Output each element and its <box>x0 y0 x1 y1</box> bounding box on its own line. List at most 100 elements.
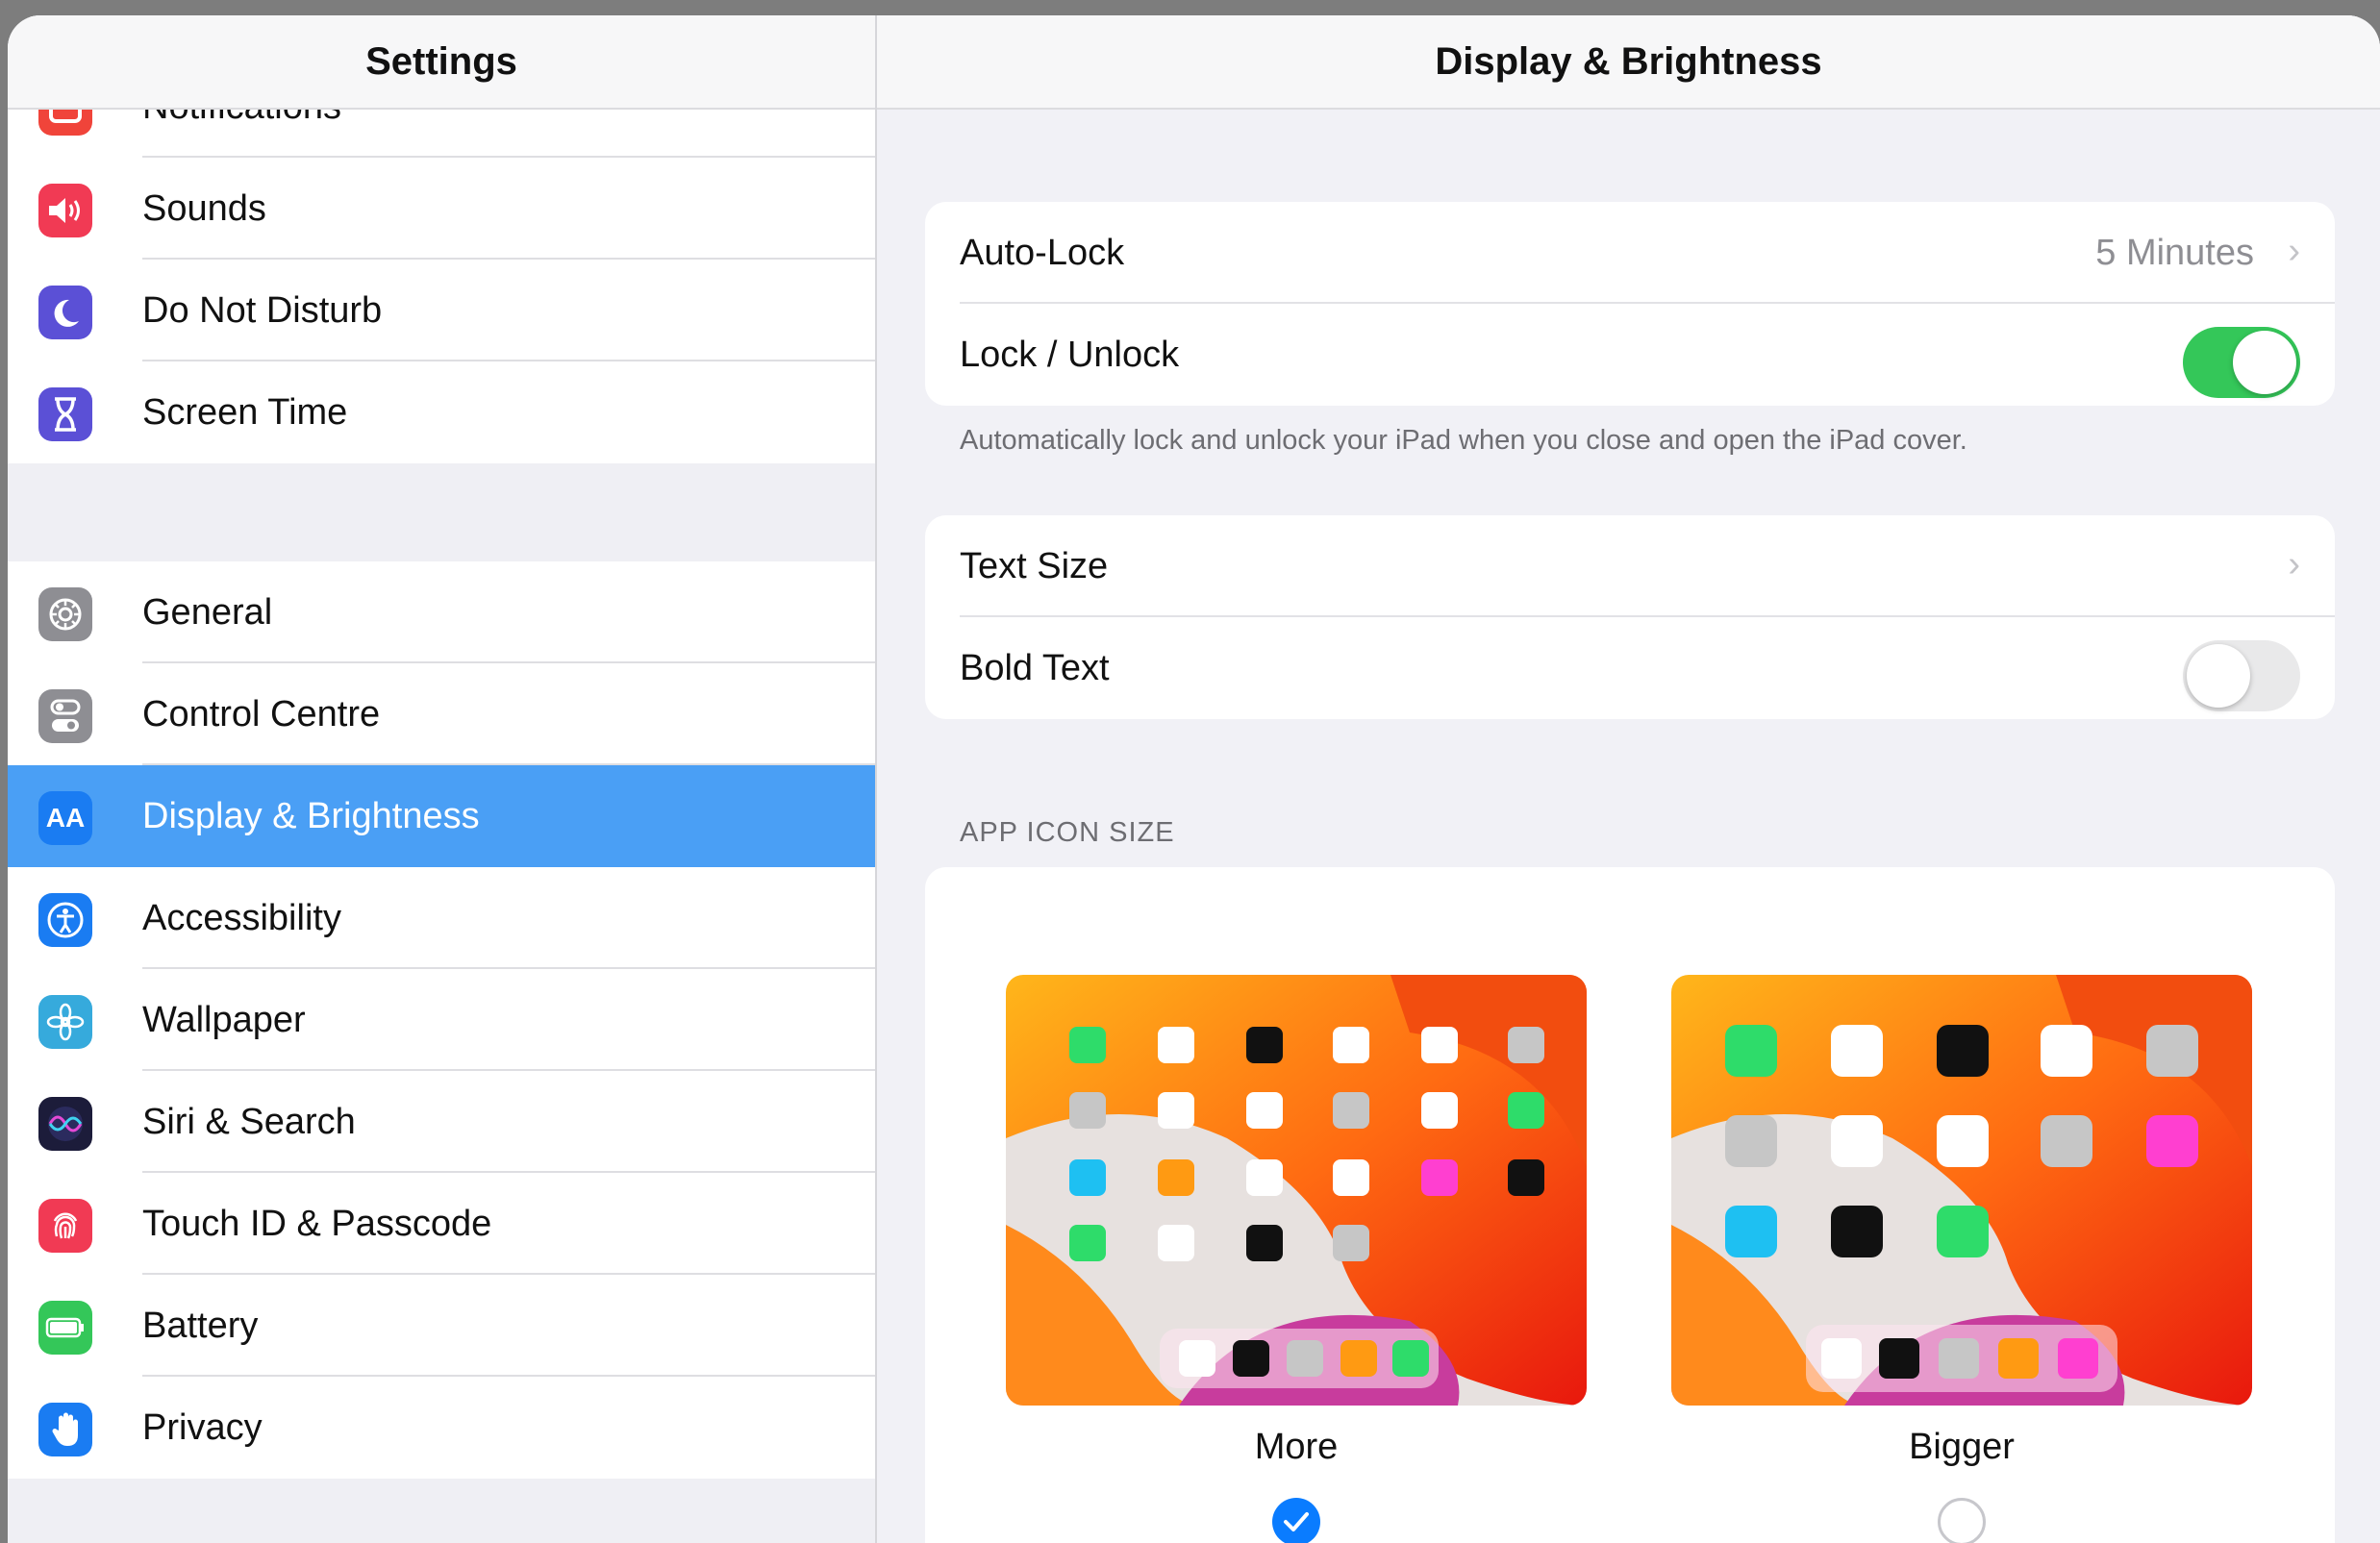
app-icon-size-card: More Bigger <box>925 867 2335 1543</box>
speaker-icon <box>38 184 92 237</box>
app-tile <box>1333 1027 1369 1063</box>
dock-tile <box>1392 1340 1429 1377</box>
app-tile <box>1831 1115 1883 1167</box>
app-tile <box>1069 1225 1106 1261</box>
sidebar-item-label: Accessibility <box>142 897 341 938</box>
lock-unlock-toggle[interactable] <box>2183 327 2300 398</box>
sidebar-item-label: Battery <box>142 1305 259 1346</box>
lock-footnote: Automatically lock and unlock your iPad … <box>960 425 1967 456</box>
app-tile <box>2041 1025 2092 1077</box>
chevron-right-icon: › <box>2288 231 2300 271</box>
text-settings-card: Text Size › Bold Text <box>925 515 2335 719</box>
more-radio[interactable] <box>1272 1498 1320 1543</box>
moon-icon <box>38 286 92 339</box>
sidebar-item-label: General <box>142 591 273 633</box>
auto-lock-value: 5 Minutes <box>2095 233 2254 273</box>
dock-tile <box>1879 1338 1919 1379</box>
sidebar-item-sounds[interactable]: Sounds <box>8 158 875 260</box>
app-tile <box>1333 1225 1369 1261</box>
sidebar-item-label: Sounds <box>142 187 266 229</box>
app-tile <box>1831 1206 1883 1257</box>
app-tile <box>1937 1025 1989 1077</box>
sidebar-item-screen-time[interactable]: Screen Time <box>8 361 875 463</box>
sidebar-item-privacy[interactable]: Privacy <box>8 1377 875 1479</box>
more-preview[interactable] <box>1006 975 1587 1406</box>
gear-icon <box>38 587 92 641</box>
bigger-option-label: Bigger <box>1909 1427 2015 1467</box>
sidebar-item-battery[interactable]: Battery <box>8 1275 875 1377</box>
bold-text-row: Bold Text <box>925 617 2335 719</box>
hourglass-icon <box>38 387 92 441</box>
sidebar-item-label: Do Not Disturb <box>142 289 383 331</box>
app-tile <box>1508 1159 1544 1196</box>
app-tile <box>1246 1225 1283 1261</box>
app-tile <box>2146 1115 2198 1167</box>
app-tile <box>1158 1159 1194 1196</box>
sidebar-item-siri-search[interactable]: Siri & Search <box>8 1071 875 1173</box>
text-size-icon: AA <box>38 791 92 845</box>
dock-tile <box>1821 1338 1862 1379</box>
more-option-label: More <box>1254 1427 1339 1467</box>
sidebar-item-label: Display & Brightness <box>142 795 480 836</box>
dock-tile <box>1939 1338 1979 1379</box>
dock-tile <box>1287 1340 1323 1377</box>
bigger-preview[interactable] <box>1671 975 2252 1406</box>
sidebar-item-wallpaper[interactable]: Wallpaper <box>8 969 875 1071</box>
switches-icon <box>38 689 92 743</box>
checkmark-icon <box>1284 1512 1309 1531</box>
text-size-label: Text Size <box>960 546 1109 586</box>
sidebar-item-do-not-disturb[interactable]: Do Not Disturb <box>8 260 875 361</box>
toggle-knob <box>2187 644 2250 708</box>
lock-settings-card: Auto-Lock 5 Minutes › Lock / Unlock <box>925 202 2335 406</box>
auto-lock-row[interactable]: Auto-Lock 5 Minutes › <box>925 202 2335 304</box>
lock-unlock-row: Lock / Unlock <box>925 304 2335 406</box>
app-tile <box>1725 1115 1777 1167</box>
app-tile <box>1937 1115 1989 1167</box>
dock-tile <box>1233 1340 1269 1377</box>
fingerprint-icon <box>38 1199 92 1253</box>
app-tile <box>1421 1092 1458 1129</box>
sidebar-item-touch-id[interactable]: Touch ID & Passcode <box>8 1173 875 1275</box>
bold-text-label: Bold Text <box>960 648 1110 688</box>
app-tile <box>1508 1092 1544 1129</box>
ipad-screen: Settings Notifications Sounds <box>8 15 2380 1543</box>
accessibility-icon <box>38 893 92 947</box>
app-tile <box>1725 1025 1777 1077</box>
battery-icon <box>38 1301 92 1355</box>
dock-tile <box>1998 1338 2039 1379</box>
sidebar-group-2: General Control Centre AA Display & Brig… <box>8 561 875 1479</box>
app-tile <box>2146 1025 2198 1077</box>
hand-icon <box>38 1403 92 1456</box>
siri-icon <box>38 1097 92 1151</box>
sidebar-item-accessibility[interactable]: Accessibility <box>8 867 875 969</box>
sidebar-group-1: Notifications Sounds Do Not Disturb <box>8 56 875 463</box>
detail-pane: Display & Brightness Auto-Lock 5 Minutes… <box>877 15 2380 1543</box>
app-tile <box>1333 1159 1369 1196</box>
app-tile <box>1069 1027 1106 1063</box>
flower-icon <box>38 995 92 1049</box>
sidebar-item-general[interactable]: General <box>8 561 875 663</box>
bigger-radio[interactable] <box>1938 1498 1986 1543</box>
app-tile <box>1158 1027 1194 1063</box>
app-tile <box>1937 1206 1989 1257</box>
app-tile <box>1421 1159 1458 1196</box>
bold-text-toggle[interactable] <box>2183 640 2300 711</box>
app-tile <box>1158 1225 1194 1261</box>
app-tile <box>1069 1159 1106 1196</box>
app-tile <box>1725 1206 1777 1257</box>
app-tile <box>1831 1025 1883 1077</box>
app-icon-size-header: APP ICON SIZE <box>960 817 1175 848</box>
app-tile <box>1158 1092 1194 1129</box>
chevron-right-icon: › <box>2288 544 2300 585</box>
sidebar-item-label: Screen Time <box>142 391 348 433</box>
app-tile <box>1069 1092 1106 1129</box>
page-title: Display & Brightness <box>877 15 2380 110</box>
text-size-row[interactable]: Text Size › <box>925 515 2335 617</box>
sidebar-title: Settings <box>8 15 875 110</box>
sidebar-item-control-centre[interactable]: Control Centre <box>8 663 875 765</box>
sidebar-item-label: Privacy <box>142 1406 263 1448</box>
sidebar-item-display-brightness[interactable]: AA Display & Brightness <box>8 765 875 867</box>
app-tile <box>1421 1027 1458 1063</box>
sidebar-item-label: Touch ID & Passcode <box>142 1203 492 1244</box>
app-tile <box>1508 1027 1544 1063</box>
